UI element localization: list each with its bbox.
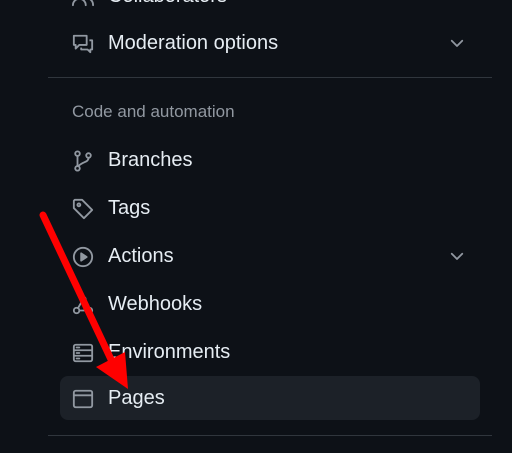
- tag-icon: [72, 198, 94, 220]
- git-branch-icon: [72, 150, 94, 172]
- sidebar-item-tags[interactable]: Tags: [60, 186, 480, 230]
- sidebar-item-label: Pages: [108, 387, 165, 409]
- sidebar-item-collaborators[interactable]: Collaborators: [60, 0, 480, 18]
- section-divider: [48, 77, 492, 78]
- chevron-down-icon[interactable]: [448, 247, 466, 265]
- sidebar-item-moderation-options[interactable]: Moderation options: [60, 21, 480, 65]
- chevron-down-icon[interactable]: [448, 34, 466, 52]
- sidebar-item-webhooks[interactable]: Webhooks: [60, 282, 480, 326]
- server-icon: [72, 342, 94, 364]
- sidebar-item-pages[interactable]: Pages: [60, 376, 480, 420]
- sidebar-item-label: Actions: [108, 245, 174, 267]
- people-icon: [72, 0, 94, 8]
- sidebar-item-label: Branches: [108, 149, 193, 171]
- sidebar-item-label: Tags: [108, 197, 151, 219]
- webhook-icon: [72, 294, 94, 316]
- sidebar-item-label: Webhooks: [108, 293, 203, 315]
- sidebar-item-environments[interactable]: Environments: [60, 330, 480, 374]
- sidebar-item-actions[interactable]: Actions: [60, 234, 480, 278]
- comment-discussion-icon: [72, 33, 94, 55]
- sidebar-item-label: Collaborators: [108, 0, 227, 18]
- sidebar-item-label: Environments: [108, 341, 231, 363]
- settings-sidebar: Collaborators Moderation options Code an…: [0, 0, 512, 453]
- section-heading: Code and automation: [72, 102, 235, 121]
- section-divider: [48, 435, 492, 436]
- sidebar-item-label: Moderation options: [108, 32, 279, 54]
- browser-icon: [72, 388, 94, 410]
- play-icon: [72, 246, 94, 268]
- sidebar-item-branches[interactable]: Branches: [60, 138, 480, 182]
